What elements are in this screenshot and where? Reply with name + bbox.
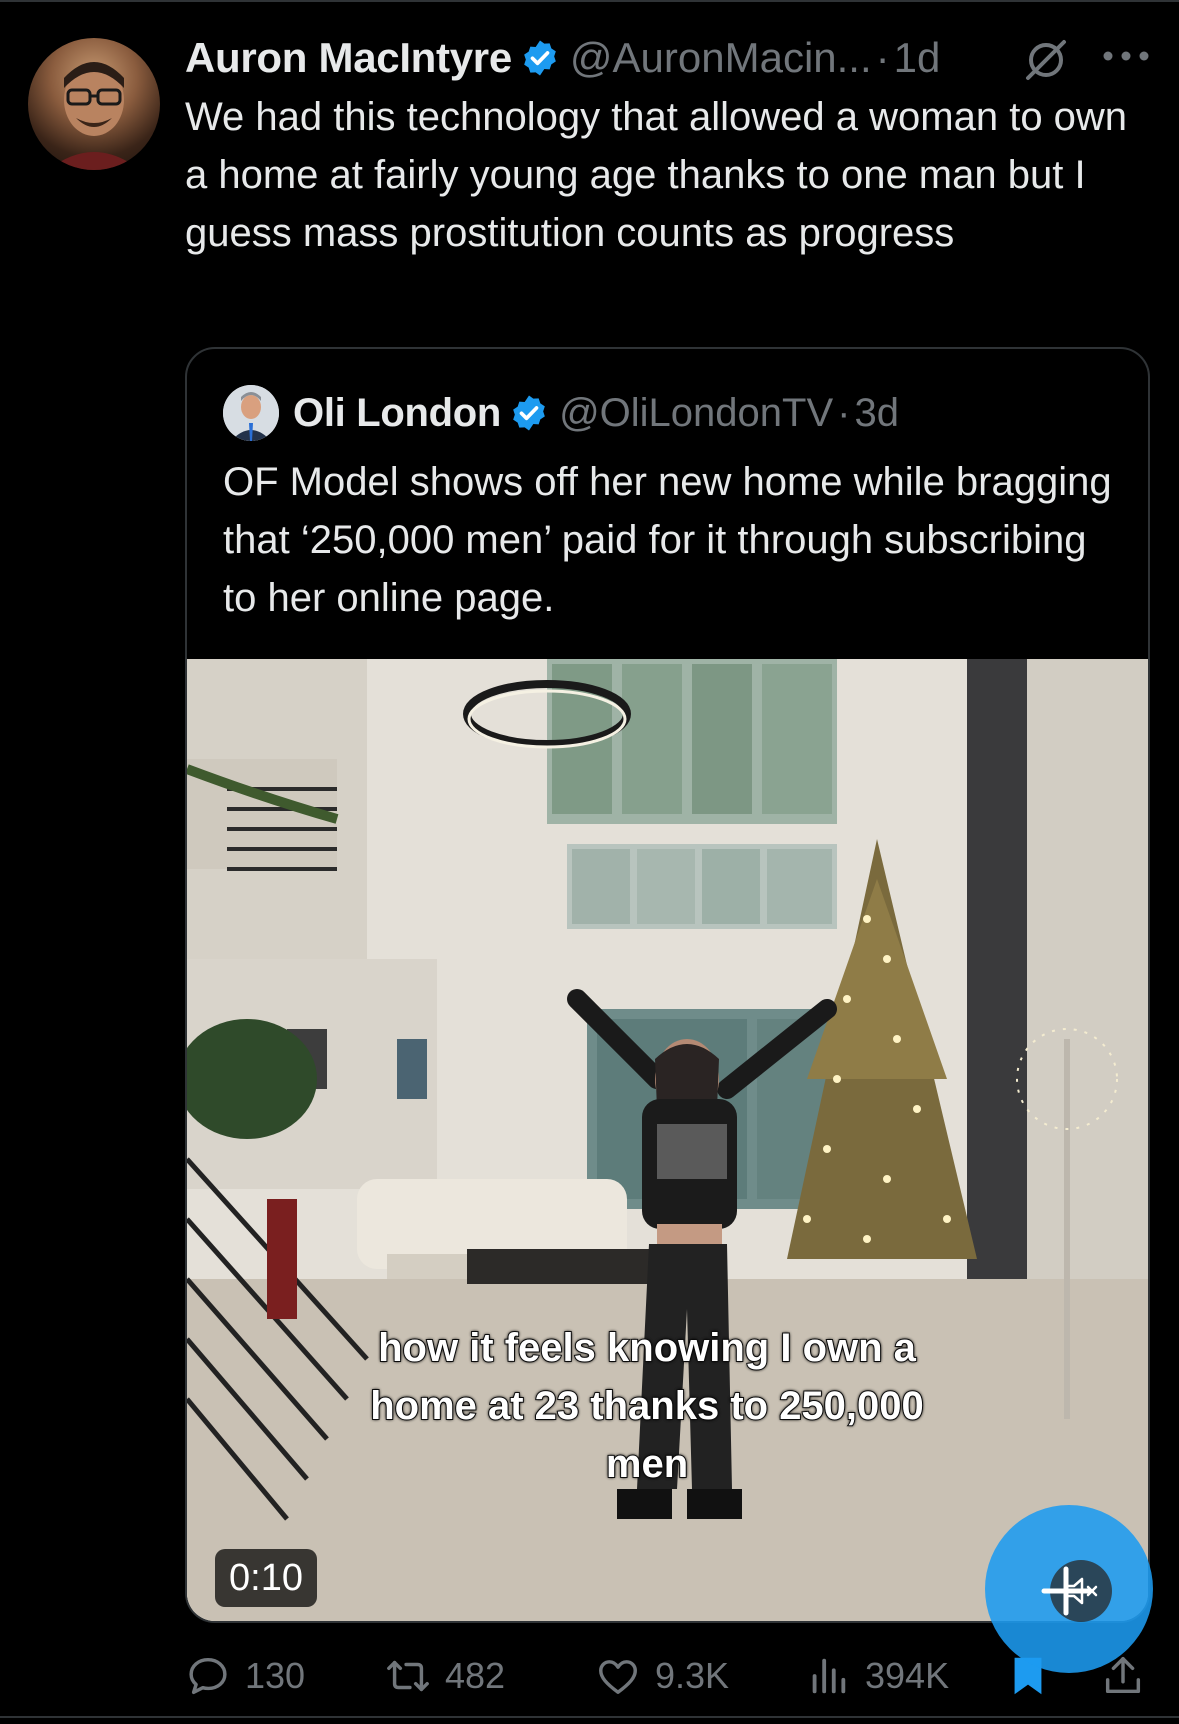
repost-button[interactable]: 482 — [385, 1648, 505, 1704]
post-text: We had this technology that allowed a wo… — [185, 95, 1128, 255]
video-timestamp: 0:10 — [215, 1549, 317, 1607]
compose-plus-icon — [1041, 1566, 1091, 1616]
author-avatar[interactable] — [28, 38, 160, 170]
views-count: 394K — [865, 1655, 950, 1696]
reply-icon — [189, 1657, 227, 1695]
grok-icon[interactable] — [1022, 36, 1070, 84]
like-button[interactable]: 9.3K — [595, 1648, 729, 1704]
quoted-time-separator: · — [837, 390, 851, 435]
bottom-divider — [0, 1716, 1179, 1718]
author-handle[interactable]: @AuronMacin... — [570, 34, 872, 82]
like-count: 9.3K — [655, 1655, 730, 1696]
reply-count: 130 — [245, 1655, 306, 1696]
top-divider — [0, 0, 1179, 2]
views-button[interactable]: 394K — [805, 1648, 949, 1704]
views-icon — [812, 1658, 846, 1694]
author-name[interactable]: Auron MacIntyre — [185, 34, 512, 82]
video-player[interactable]: how it feels knowing I own a home at 23 … — [187, 659, 1148, 1621]
quoted-author-handle: @OliLondonTV — [559, 390, 834, 435]
quoted-post[interactable]: Oli London @OliLondonTV · 3d OF Model sh… — [185, 347, 1150, 1623]
verified-badge-icon — [513, 395, 545, 431]
quoted-post-header: Oli London @OliLondonTV · 3d — [223, 385, 899, 441]
post-header: Auron MacIntyre @AuronMacin... · 1d — [185, 30, 1155, 86]
video-caption: how it feels knowing I own a home at 23 … — [369, 1325, 925, 1487]
reply-button[interactable]: 130 — [185, 1648, 305, 1704]
like-icon — [599, 1660, 637, 1695]
time-separator: · — [875, 34, 890, 81]
verified-badge-icon — [524, 40, 556, 76]
action-bar: 130 482 9.3K 394K — [185, 1648, 1145, 1704]
repost-count: 482 — [445, 1655, 506, 1696]
quoted-author-name: Oli London — [293, 390, 502, 435]
quoted-author-avatar — [223, 385, 279, 441]
more-icon[interactable] — [1098, 36, 1154, 76]
quoted-post-text: OF Model shows off her new home while br… — [223, 460, 1112, 620]
post-time[interactable]: 1d — [894, 34, 941, 82]
quoted-post-time: 3d — [854, 390, 899, 435]
repost-icon — [387, 1660, 429, 1692]
